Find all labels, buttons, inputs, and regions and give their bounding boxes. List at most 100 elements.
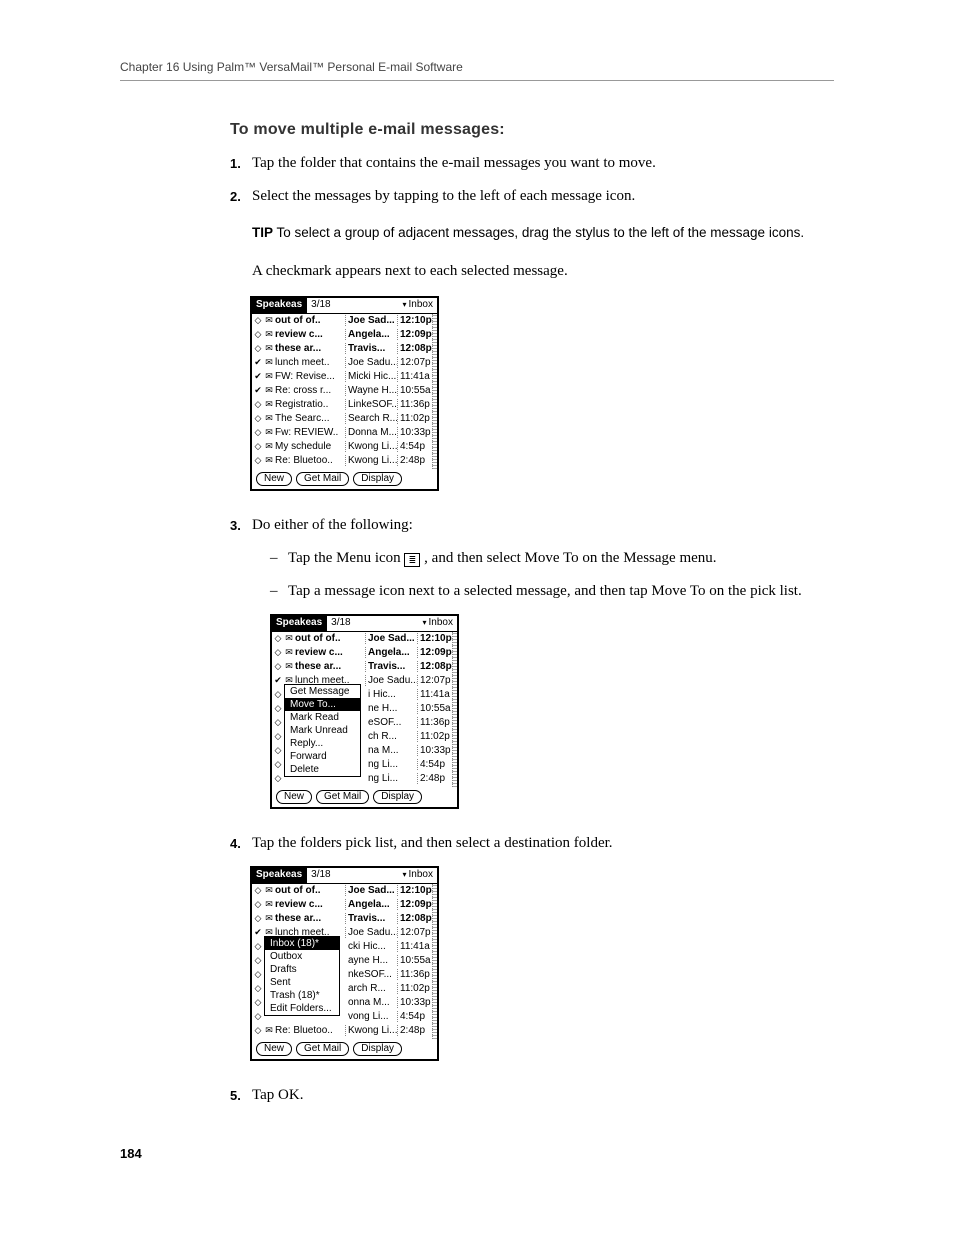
select-mark[interactable]: ✔ (273, 675, 283, 686)
select-mark[interactable]: ◇ (253, 329, 263, 340)
folder-menu-item[interactable]: Outbox (265, 950, 339, 963)
from-cell: Search R... (346, 413, 398, 424)
message-row[interactable]: ◇✉review c...Angela...12:09p (272, 646, 457, 660)
select-mark[interactable]: ◇ (273, 731, 283, 742)
scrollbar[interactable] (452, 632, 457, 787)
message-row[interactable]: ◇✉Fw: REVIEW..Donna M...10:33p (252, 426, 437, 440)
subject-cell: Re: Bluetoo.. (275, 1025, 346, 1036)
from-cell: Kwong Li... (346, 1025, 398, 1036)
select-mark[interactable]: ◇ (273, 759, 283, 770)
select-mark[interactable]: ◇ (253, 1011, 263, 1022)
screenshot-inbox-selected: Speakeas 3/18 Inbox ◇✉out of of..Joe Sad… (250, 296, 439, 491)
page-header: Chapter 16 Using Palm™ VersaMail™ Person… (120, 60, 834, 81)
from-cell: Travis... (366, 661, 418, 672)
select-mark[interactable]: ✔ (253, 927, 263, 938)
select-mark[interactable]: ✔ (253, 357, 263, 368)
select-mark[interactable]: ◇ (273, 661, 283, 672)
select-mark[interactable]: ◇ (273, 647, 283, 658)
subject-cell: out of of.. (295, 633, 366, 644)
context-menu-item[interactable]: Delete (285, 763, 360, 776)
message-row[interactable]: ◇✉these ar...Travis...12:08p (252, 912, 437, 926)
select-mark[interactable]: ◇ (273, 717, 283, 728)
select-mark[interactable]: ◇ (253, 941, 263, 952)
message-row[interactable]: ◇✉these ar...Travis...12:08p (272, 660, 457, 674)
envelope-icon: ✉ (263, 329, 275, 340)
context-menu-item[interactable]: Forward (285, 750, 360, 763)
context-menu-item[interactable]: Mark Unread (285, 724, 360, 737)
context-menu-item[interactable]: Reply... (285, 737, 360, 750)
new-button[interactable]: New (256, 472, 292, 486)
select-mark[interactable]: ✔ (253, 371, 263, 382)
message-row[interactable]: ◇✉these ar...Travis...12:08p (252, 342, 437, 356)
envelope-icon: ✉ (263, 315, 275, 326)
select-mark[interactable]: ◇ (253, 441, 263, 452)
scrollbar[interactable] (432, 884, 437, 1039)
new-button[interactable]: New (256, 1042, 292, 1056)
new-button[interactable]: New (276, 790, 312, 804)
select-mark[interactable]: ◇ (253, 427, 263, 438)
subject-cell: these ar... (275, 343, 346, 354)
select-mark[interactable]: ◇ (253, 913, 263, 924)
envelope-icon: ✉ (283, 661, 295, 672)
display-button[interactable]: Display (373, 790, 422, 804)
select-mark[interactable]: ◇ (273, 703, 283, 714)
folder-picker[interactable]: Inbox (421, 616, 457, 631)
select-mark[interactable]: ◇ (253, 399, 263, 410)
select-mark[interactable]: ✔ (253, 385, 263, 396)
message-row[interactable]: ◇✉review c...Angela...12:09p (252, 898, 437, 912)
select-mark[interactable]: ◇ (253, 315, 263, 326)
select-mark[interactable]: ◇ (253, 413, 263, 424)
subject-cell: My schedule (275, 441, 346, 452)
envelope-icon: ✉ (263, 357, 275, 368)
select-mark[interactable]: ◇ (273, 633, 283, 644)
display-button[interactable]: Display (353, 472, 402, 486)
folder-picker[interactable]: Inbox (401, 868, 437, 883)
message-row[interactable]: ✔✉FW: Revise...Micki Hic...11:41a (252, 370, 437, 384)
display-button[interactable]: Display (353, 1042, 402, 1056)
select-mark[interactable]: ◇ (273, 773, 283, 784)
step-number: 5. (230, 1085, 252, 1106)
screenshot-context-menu: Speakeas 3/18 Inbox ◇✉out of of..Joe Sad… (270, 614, 459, 809)
message-row[interactable]: ◇✉My scheduleKwong Li...4:54p (252, 440, 437, 454)
folder-menu-item[interactable]: Edit Folders... (265, 1002, 339, 1015)
folder-menu-item[interactable]: Sent (265, 976, 339, 989)
select-mark[interactable]: ◇ (253, 955, 263, 966)
message-row[interactable]: ✔✉lunch meet..Joe Sadu...12:07p (252, 356, 437, 370)
folder-menu-item[interactable]: Drafts (265, 963, 339, 976)
folder-menu-item[interactable]: Inbox (18)* (265, 937, 339, 950)
message-row[interactable]: ✔✉Re: cross r...Wayne H...10:55a (252, 384, 437, 398)
subject-cell: these ar... (275, 913, 346, 924)
get-mail-button[interactable]: Get Mail (296, 472, 349, 486)
message-row[interactable]: ◇✉Re: Bluetoo..Kwong Li...2:48p (252, 454, 437, 468)
select-mark[interactable]: ◇ (273, 689, 283, 700)
message-row[interactable]: ◇✉Registratio..LinkeSOF...11:36p (252, 398, 437, 412)
get-mail-button[interactable]: Get Mail (316, 790, 369, 804)
message-row[interactable]: ◇✉The Searc...Search R...11:02p (252, 412, 437, 426)
context-menu-item[interactable]: Mark Read (285, 711, 360, 724)
select-mark[interactable]: ◇ (273, 745, 283, 756)
folder-picklist-menu[interactable]: Inbox (18)*OutboxDraftsSentTrash (18)*Ed… (264, 936, 340, 1016)
folder-menu-item[interactable]: Trash (18)* (265, 989, 339, 1002)
select-mark[interactable]: ◇ (253, 899, 263, 910)
subject-cell: FW: Revise... (275, 371, 346, 382)
message-row[interactable]: ◇✉out of of..Joe Sad...12:10p (252, 884, 437, 898)
get-mail-button[interactable]: Get Mail (296, 1042, 349, 1056)
select-mark[interactable]: ◇ (253, 455, 263, 466)
select-mark[interactable]: ◇ (253, 983, 263, 994)
message-row[interactable]: ◇✉review c...Angela...12:09p (252, 328, 437, 342)
message-row[interactable]: ◇✉Re: Bluetoo..Kwong Li...2:48p (252, 1024, 437, 1038)
select-mark[interactable]: ◇ (253, 343, 263, 354)
select-mark[interactable]: ◇ (253, 1025, 263, 1036)
folder-picker[interactable]: Inbox (401, 298, 437, 313)
message-context-menu[interactable]: Get MessageMove To...Mark ReadMark Unrea… (284, 684, 361, 777)
message-row[interactable]: ◇✉out of of..Joe Sad...12:10p (272, 632, 457, 646)
select-mark[interactable]: ◇ (253, 969, 263, 980)
envelope-icon: ✉ (263, 441, 275, 452)
envelope-icon: ✉ (263, 413, 275, 424)
message-row[interactable]: ◇✉out of of..Joe Sad...12:10p (252, 314, 437, 328)
select-mark[interactable]: ◇ (253, 997, 263, 1008)
context-menu-item[interactable]: Move To... (285, 698, 360, 711)
select-mark[interactable]: ◇ (253, 885, 263, 896)
context-menu-item[interactable]: Get Message (285, 685, 360, 698)
scrollbar[interactable] (432, 314, 437, 469)
